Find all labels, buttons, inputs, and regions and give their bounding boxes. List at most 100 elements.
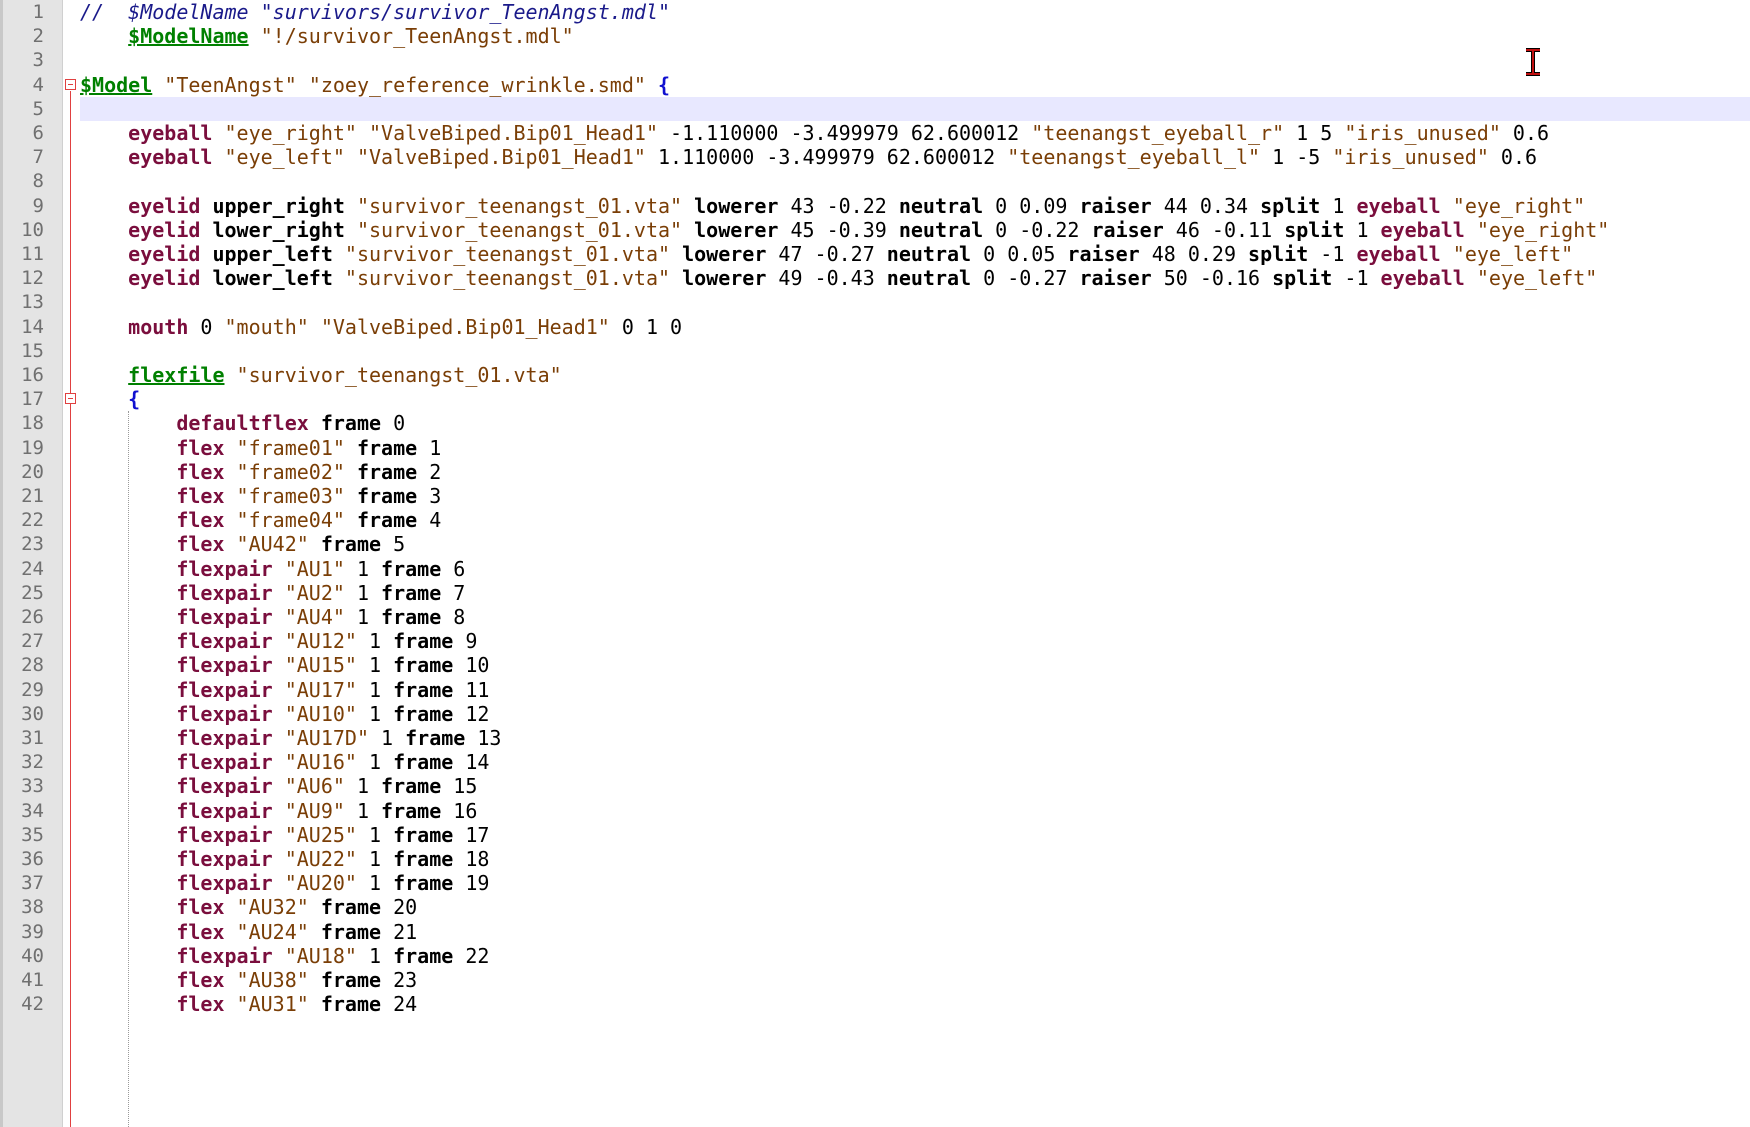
code-token: "TeenAngst" "zoey_reference_wrinkle.smd" [152, 72, 658, 97]
code-token: frame [393, 943, 454, 968]
code-line[interactable]: 42 flex "AU31" frame 24 [0, 992, 1750, 1016]
code-token: 1 [356, 774, 382, 799]
code-token: 17 [453, 822, 490, 847]
code-editor[interactable]: 1 // $ModelName "survivors/survivor_TeenA… [0, 0, 1750, 1127]
code-line[interactable]: 19 flex "frame01" frame 1 [0, 436, 1750, 460]
line-number: 25 [21, 581, 44, 604]
code-line[interactable]: 33 flexpair "AU6" 1 frame 15 [0, 774, 1750, 798]
code-line[interactable]: 28 flexpair "AU15" 1 frame 10 [0, 653, 1750, 677]
code-token: eyeball [128, 145, 213, 170]
code-line[interactable]: 26 flexpair "AU4" 1 frame 8 [0, 605, 1750, 629]
code-token: "AU1" [272, 556, 357, 581]
code-line[interactable]: 13 [0, 290, 1750, 314]
code-text: flex "frame01" frame 1 [80, 436, 441, 460]
code-line[interactable]: 22 flex "frame04" frame 4 [0, 508, 1750, 532]
code-line[interactable]: 27 flexpair "AU12" 1 frame 9 [0, 629, 1750, 653]
code-token: flexpair [176, 556, 273, 581]
code-line[interactable]: 9 eyelid upper_right "survivor_teenangst… [0, 194, 1750, 218]
code-line[interactable]: 30 flexpair "AU10" 1 frame 12 [0, 702, 1750, 726]
code-line[interactable]: 2 $ModelName "!/survivor_TeenAngst.mdl" [0, 24, 1750, 48]
line-number: 32 [21, 751, 44, 774]
line-number: 42 [21, 993, 44, 1016]
code-line[interactable]: 11 eyelid upper_left "survivor_teenangst… [0, 242, 1750, 266]
line-number: 41 [21, 969, 44, 991]
code-token: "iris_unused" [1332, 145, 1501, 170]
code-token: neutral [886, 266, 972, 291]
code-token: flex [176, 532, 225, 557]
code-line[interactable]: 25 flexpair "AU2" 1 frame 7 [0, 581, 1750, 605]
code-token: 20 [381, 895, 418, 920]
code-line[interactable]: 39 flex "AU24" frame 21 [0, 920, 1750, 944]
code-line[interactable]: 41 flex "AU38" frame 23 [0, 968, 1750, 992]
code-token: 1 [1344, 217, 1381, 242]
code-line[interactable]: 16 flexfile "survivor_teenangst_01.vta" [0, 363, 1750, 387]
code-line[interactable]: 3 [0, 48, 1750, 72]
code-text: $Model "TeenAngst" "zoey_reference_wrink… [80, 73, 670, 97]
code-token: flex [176, 508, 225, 533]
code-line[interactable]: 7 eyeball "eye_left" "ValveBiped.Bip01_H… [0, 145, 1750, 169]
code-token: 0 1 0 [621, 314, 683, 339]
code-token: 21 [381, 919, 418, 944]
code-line[interactable]: 31 flexpair "AU17D" 1 frame 13 [0, 726, 1750, 750]
code-line[interactable]: 20 flex "frame02" frame 2 [0, 460, 1750, 484]
code-line[interactable]: 5 [0, 97, 1750, 121]
code-line[interactable]: 6 eyeball "eye_right" "ValveBiped.Bip01_… [0, 121, 1750, 145]
code-token: "AU6" [272, 774, 357, 799]
code-token: $ModelName [128, 24, 249, 49]
code-line[interactable]: 8 [0, 169, 1750, 193]
code-token: frame [381, 605, 442, 629]
code-text: flexpair "AU12" 1 frame 9 [80, 629, 477, 653]
code-token: "AU24" [224, 919, 321, 944]
code-token: "survivor_teenangst_01.vta" [344, 242, 683, 266]
code-line[interactable]: 17 { [0, 387, 1750, 411]
code-line[interactable]: 4 $Model "TeenAngst" "zoey_reference_wrin… [0, 73, 1750, 97]
code-token: 6 [441, 556, 466, 581]
code-line[interactable]: 29 flexpair "AU17" 1 frame 11 [0, 678, 1750, 702]
code-line[interactable]: 23 flex "AU42" frame 5 [0, 532, 1750, 556]
code-token: lower_right [200, 217, 357, 242]
code-text: flex "frame02" frame 2 [80, 460, 441, 484]
code-line[interactable]: 12 eyelid lower_left "survivor_teenangst… [0, 266, 1750, 290]
code-line[interactable]: 37 flexpair "AU20" 1 frame 19 [0, 871, 1750, 895]
code-line[interactable]: 34 flexpair "AU9" 1 frame 16 [0, 799, 1750, 823]
code-token: flexpair [176, 726, 273, 750]
code-token: 5 [381, 532, 406, 557]
code-line[interactable]: 24 flexpair "AU1" 1 frame 6 [0, 557, 1750, 581]
code-token: "AU25" [272, 822, 369, 847]
code-line[interactable]: 36 flexpair "AU22" 1 frame 18 [0, 847, 1750, 871]
code-token: 1 [356, 798, 382, 823]
code-token: 1 -5 [1272, 145, 1333, 170]
code-line[interactable]: 10 eyelid lower_right "survivor_teenangs… [0, 218, 1750, 242]
code-token: split [1260, 193, 1321, 218]
code-line[interactable]: 18 defaultflex frame 0 [0, 411, 1750, 435]
code-line[interactable]: 38 flex "AU32" frame 20 [0, 895, 1750, 919]
code-token: frame [320, 919, 382, 944]
code-line[interactable]: 40 flexpair "AU18" 1 frame 22 [0, 944, 1750, 968]
code-line[interactable]: 15 [0, 339, 1750, 363]
code-token: 44 0.34 [1151, 193, 1261, 218]
code-token: frame [356, 435, 418, 460]
code-token: eyeball [1356, 193, 1441, 218]
code-token: neutral [898, 217, 984, 242]
code-token: "AU20" [272, 871, 369, 896]
line-number: 36 [21, 848, 44, 870]
code-line[interactable]: 32 flexpair "AU16" 1 frame 14 [0, 750, 1750, 774]
code-line[interactable]: 21 flex "frame03" frame 3 [0, 484, 1750, 508]
code-token: flex [176, 895, 225, 920]
code-line[interactable]: 14 mouth 0 "mouth" "ValveBiped.Bip01_Hea… [0, 315, 1750, 339]
code-token: raiser [1079, 266, 1152, 291]
code-line[interactable]: 35 flexpair "AU25" 1 frame 17 [0, 823, 1750, 847]
code-token: "AU10" [272, 701, 369, 726]
code-token: "iris_unused" [1344, 121, 1513, 145]
code-line[interactable]: 1 // $ModelName "survivors/survivor_TeenA… [0, 0, 1750, 24]
code-token: "eye_left" "ValveBiped.Bip01_Head1" [212, 145, 658, 170]
code-text: flex "AU24" frame 21 [80, 920, 417, 944]
